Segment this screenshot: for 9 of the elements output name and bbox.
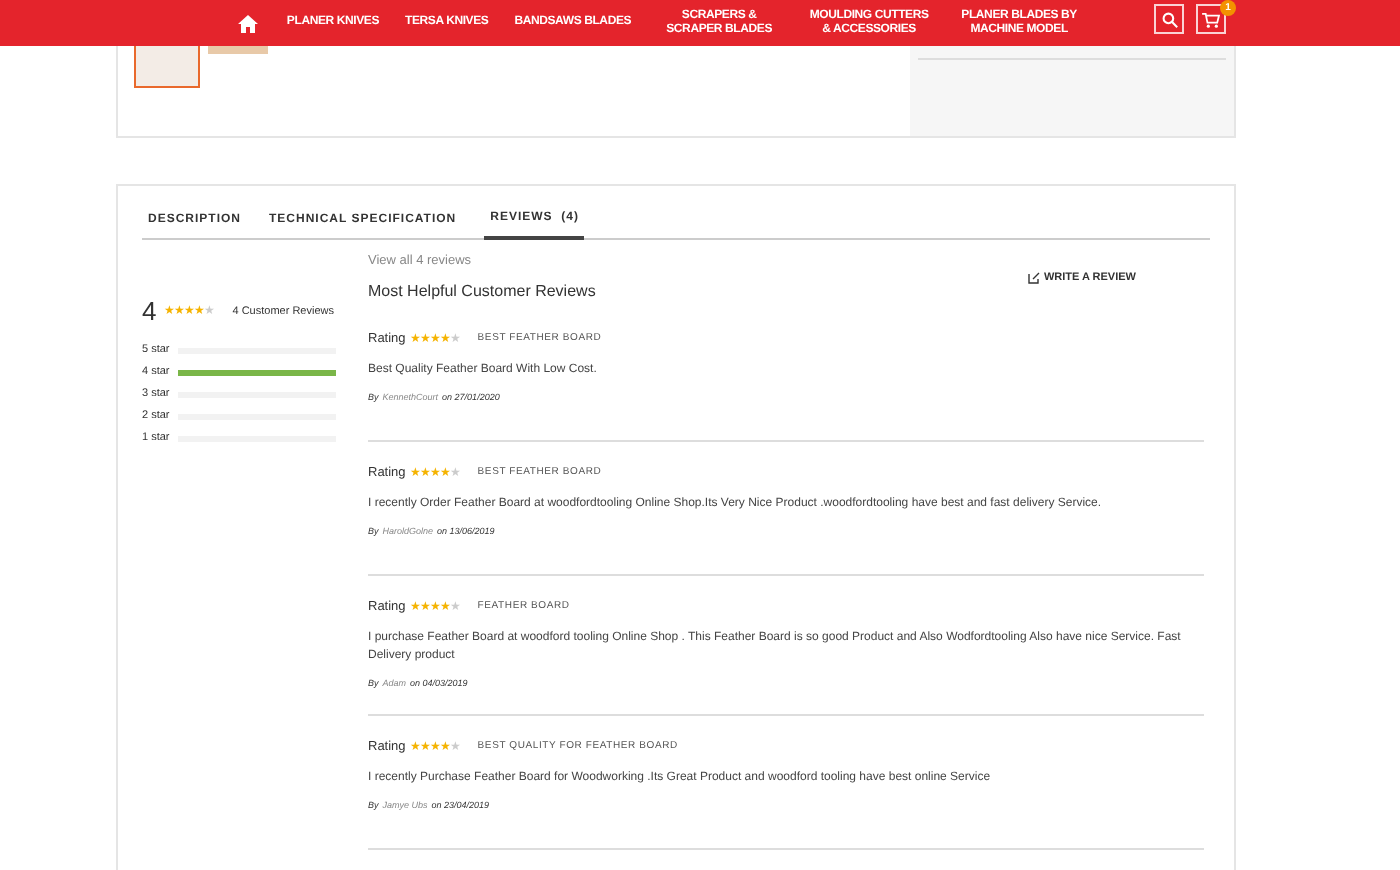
cart-icon	[1202, 11, 1220, 27]
search-icon	[1161, 11, 1177, 27]
home-icon[interactable]	[238, 13, 259, 33]
average-rating: 4	[142, 294, 157, 330]
product-thumbnail[interactable]	[134, 46, 200, 88]
edit-icon	[1027, 272, 1040, 284]
reviews-heading: Most Helpful Customer Reviews	[368, 279, 596, 304]
search-button[interactable]	[1154, 4, 1184, 34]
product-photo-placeholder	[208, 46, 268, 54]
